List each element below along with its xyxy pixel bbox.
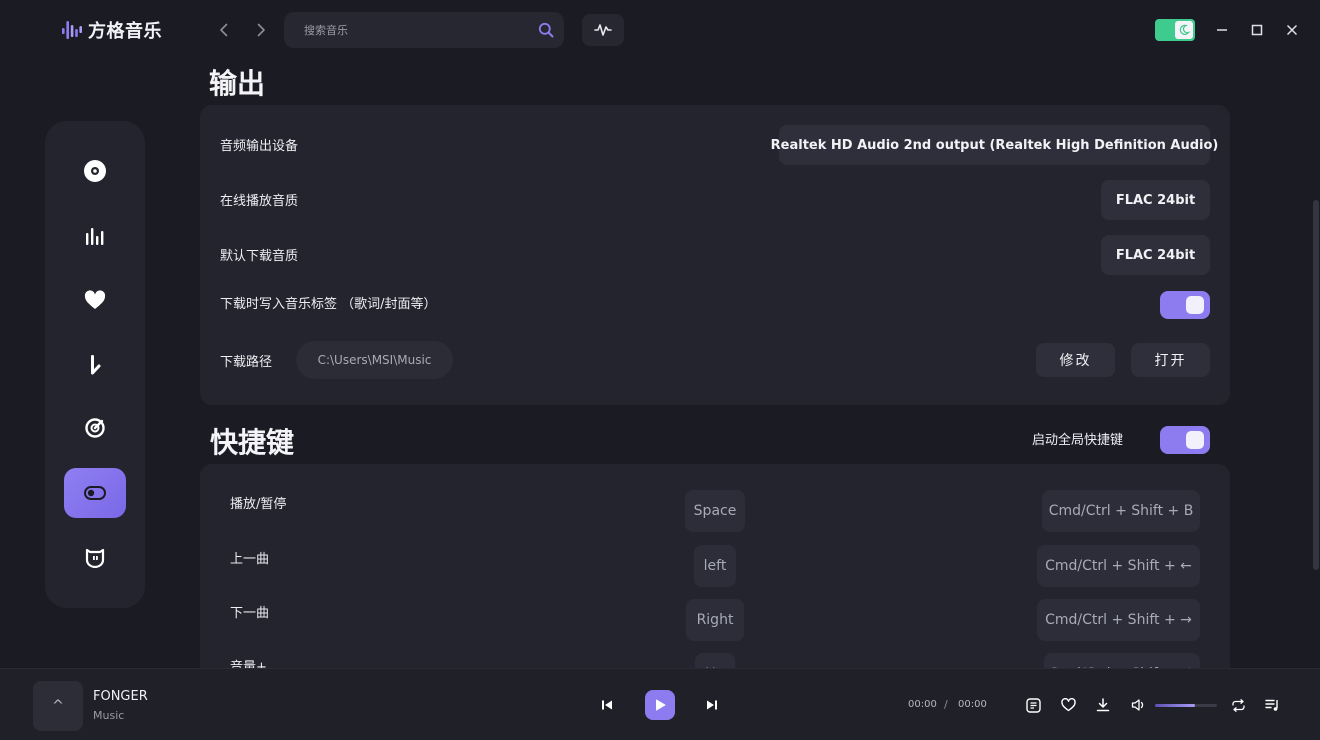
minimize-icon	[1217, 29, 1227, 31]
skip-next-icon	[707, 700, 717, 710]
chevron-left-icon	[220, 23, 228, 37]
play-button[interactable]	[645, 690, 675, 720]
sidebar-item-charts[interactable]	[64, 211, 126, 261]
volume-slider[interactable]	[1155, 704, 1217, 707]
lyrics-icon	[1025, 697, 1041, 713]
download-path-label: 下载路径	[220, 355, 273, 370]
sidebar-item-discover[interactable]	[64, 146, 126, 196]
download-button[interactable]	[1093, 695, 1113, 715]
heart-icon	[84, 290, 106, 309]
logo-wave-icon	[62, 21, 82, 39]
audio-device-select[interactable]: Realtek HD Audio 2nd output (Realtek Hig…	[771, 125, 1218, 165]
pulse-wave-icon	[594, 24, 612, 36]
shortcut-key-chip[interactable]: Up	[695, 653, 735, 668]
open-path-button[interactable]: 打开	[1131, 343, 1210, 377]
chart-bars-icon	[86, 228, 104, 245]
shortcut-global-chip[interactable]: Cmd/Ctrl + Shift + B	[1042, 490, 1200, 532]
shortcut-global-chip[interactable]: Cmd/Ctrl + Shift + ←	[1037, 545, 1200, 587]
shortcut-action-label: 下一曲	[230, 606, 270, 621]
shortcut-action-label: 上一曲	[230, 552, 270, 567]
maximize-icon	[1251, 24, 1263, 36]
skip-previous-icon	[602, 700, 612, 710]
previous-button[interactable]	[598, 696, 616, 714]
search-bar	[284, 12, 564, 48]
shortcuts-section-title: 快捷键	[210, 426, 295, 459]
moon-icon	[1175, 21, 1193, 39]
global-shortcuts-label: 启动全局快捷键	[1032, 433, 1124, 448]
download-quality-label: 默认下载音质	[220, 249, 299, 264]
playlist-icon	[1264, 699, 1278, 711]
current-time: 00:00	[908, 699, 937, 710]
shortcuts-panel: 播放/暂停 Space Cmd/Ctrl + Shift + B 上一曲 lef…	[200, 464, 1230, 668]
lyrics-button[interactable]	[1023, 695, 1043, 715]
back-button[interactable]	[212, 18, 236, 42]
shortcut-key-chip[interactable]: Right	[686, 599, 744, 641]
maximize-button[interactable]	[1245, 18, 1269, 42]
shortcut-key-chip[interactable]: left	[694, 545, 736, 587]
online-quality-label: 在线播放音质	[220, 194, 299, 209]
total-time: 00:00	[958, 699, 987, 710]
shortcut-action-label: 播放/暂停	[230, 497, 287, 512]
music-note-icon	[91, 355, 101, 375]
toggle-settings-icon	[84, 486, 106, 500]
close-icon	[1286, 24, 1298, 36]
repeat-icon	[1231, 698, 1245, 712]
app-logo: 方格音乐	[62, 18, 162, 42]
cat-face-icon	[85, 548, 105, 568]
volume-icon	[1131, 699, 1143, 711]
online-quality-select[interactable]: FLAC 24bit	[1101, 180, 1210, 220]
heartbeat-button[interactable]	[582, 14, 624, 46]
modify-path-button[interactable]: 修改	[1036, 343, 1115, 377]
close-button[interactable]	[1280, 18, 1304, 42]
sidebar-item-radio[interactable]	[64, 403, 126, 453]
disc-icon	[84, 160, 106, 182]
search-icon[interactable]	[528, 12, 564, 48]
output-section-title: 输出	[209, 67, 266, 100]
player-bar: ^ FONGER Music 00:00 / 00:00	[0, 668, 1320, 740]
app-name: 方格音乐	[88, 21, 162, 42]
track-artist[interactable]: Music	[93, 709, 124, 722]
download-icon	[1096, 698, 1110, 712]
audio-device-label: 音频输出设备	[220, 139, 299, 154]
write-tags-switch[interactable]	[1160, 291, 1210, 319]
sidebar-item-downloads[interactable]	[64, 339, 126, 389]
next-button[interactable]	[703, 696, 721, 714]
radar-icon	[85, 418, 105, 438]
play-icon	[656, 699, 666, 711]
like-button[interactable]	[1058, 695, 1078, 715]
download-quality-select[interactable]: FLAC 24bit	[1101, 235, 1210, 275]
shortcut-global-chip[interactable]: Cmd/Ctrl + Shift + ↑	[1044, 653, 1200, 668]
time-separator: /	[944, 698, 948, 711]
chevron-right-icon	[257, 23, 265, 37]
switch-knob	[1186, 296, 1204, 314]
repeat-button[interactable]	[1228, 695, 1248, 715]
theme-toggle[interactable]	[1155, 19, 1195, 41]
shortcut-global-chip[interactable]: Cmd/Ctrl + Shift + →	[1037, 599, 1200, 641]
content-scrollbar[interactable]	[1313, 200, 1319, 570]
search-input[interactable]	[284, 23, 528, 37]
write-tags-label: 下载时写入音乐标签 （歌词/封面等）	[220, 297, 437, 312]
switch-knob	[1186, 431, 1204, 449]
volume-button[interactable]	[1128, 695, 1148, 715]
shortcut-action-label: 音量+	[230, 660, 267, 668]
playlist-button[interactable]	[1262, 695, 1282, 715]
sidebar-item-favorites[interactable]	[64, 275, 126, 325]
shortcut-key-chip[interactable]: Space	[685, 490, 745, 532]
heart-outline-icon	[1060, 698, 1076, 712]
track-title[interactable]: FONGER	[93, 689, 148, 704]
sidebar-item-about[interactable]	[64, 532, 126, 582]
global-shortcuts-switch[interactable]	[1160, 426, 1210, 454]
sidebar-item-settings[interactable]	[64, 468, 126, 518]
forward-button[interactable]	[249, 18, 273, 42]
sidebar	[45, 121, 145, 608]
volume-slider-fill	[1155, 704, 1196, 707]
output-panel: 音频输出设备 Realtek HD Audio 2nd output (Real…	[200, 105, 1230, 405]
minimize-button[interactable]	[1210, 18, 1234, 42]
download-path-field[interactable]: C:\Users\MSI\Music	[296, 341, 453, 379]
album-cover[interactable]: ^	[33, 681, 83, 731]
